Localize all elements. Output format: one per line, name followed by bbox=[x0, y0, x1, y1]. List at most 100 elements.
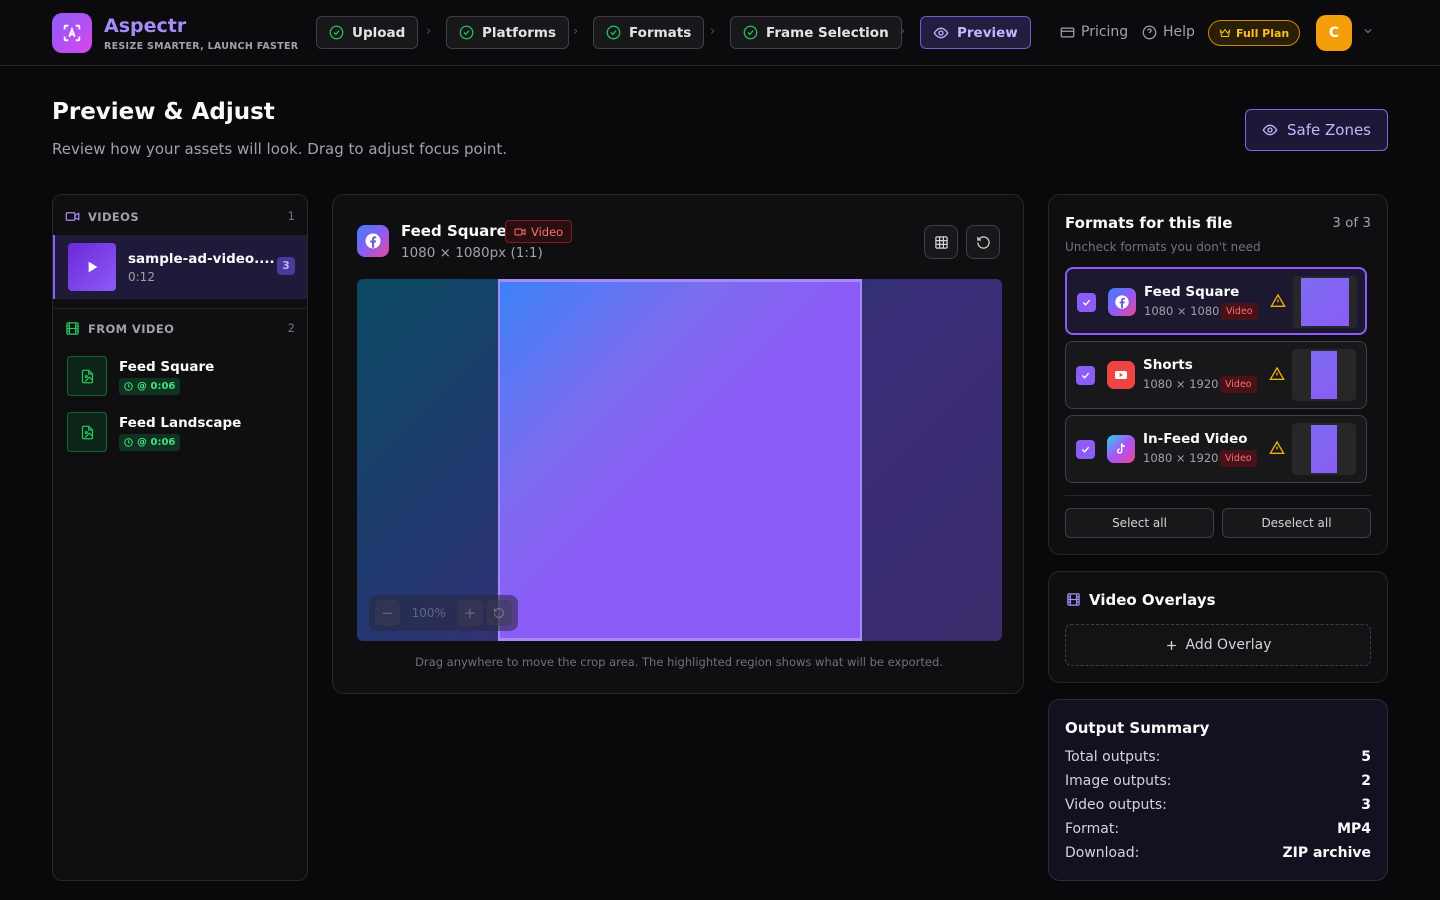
from-video-section-header: FROM VIDEO bbox=[65, 321, 174, 336]
format-card-in-feed-video[interactable]: In-Feed Video 1080 × 1920 Video bbox=[1065, 415, 1367, 483]
summary-value: 5 bbox=[1361, 749, 1371, 765]
film-icon bbox=[1067, 593, 1080, 606]
summary-title: Output Summary bbox=[1065, 719, 1210, 737]
video-name: sample-ad-video.... bbox=[128, 251, 275, 267]
summary-label: Video outputs: bbox=[1065, 797, 1167, 813]
safe-zones-button[interactable]: Safe Zones bbox=[1245, 109, 1388, 151]
tiktok-icon bbox=[1107, 435, 1135, 463]
crop-area[interactable] bbox=[498, 279, 862, 641]
overlays-title: Video Overlays bbox=[1089, 591, 1216, 609]
deselect-all-button[interactable]: Deselect all bbox=[1222, 508, 1371, 538]
video-badge: Video bbox=[1220, 450, 1257, 467]
divider bbox=[1065, 495, 1371, 496]
frame-time-label: @ 0:06 bbox=[137, 381, 176, 392]
check-icon bbox=[1081, 372, 1090, 379]
help-link[interactable]: Help bbox=[1142, 24, 1195, 40]
step-upload[interactable]: Upload bbox=[316, 16, 419, 49]
formats-count: 3 of 3 bbox=[1332, 215, 1371, 231]
frame-list-item[interactable]: Feed Square @ 0:06 bbox=[67, 356, 297, 398]
frame-name: Feed Square bbox=[119, 359, 215, 375]
video-duration: 0:12 bbox=[128, 270, 155, 284]
frame-timestamp: @ 0:06 bbox=[119, 378, 181, 395]
frame-list-item[interactable]: Feed Landscape @ 0:06 bbox=[67, 412, 297, 454]
video-list-item[interactable]: sample-ad-video.... 0:12 3 bbox=[53, 235, 307, 299]
video-overlays-panel: Video Overlays Add Overlay bbox=[1048, 571, 1388, 683]
pricing-link[interactable]: Pricing bbox=[1060, 24, 1128, 40]
film-icon bbox=[66, 322, 79, 335]
check-circle-icon bbox=[606, 25, 621, 40]
summary-value: MP4 bbox=[1337, 821, 1371, 837]
drag-hint: Drag anywhere to move the crop area. The… bbox=[415, 655, 943, 669]
image-file-icon bbox=[81, 369, 93, 383]
videos-label: VIDEOS bbox=[88, 209, 140, 224]
crop-preview-canvas[interactable]: − 100% + bbox=[357, 279, 1002, 641]
step-formats[interactable]: Formats bbox=[593, 16, 705, 49]
warning-icon[interactable] bbox=[1269, 440, 1285, 456]
step-label: Preview bbox=[957, 24, 1018, 41]
format-card-shorts[interactable]: Shorts 1080 × 1920 Video bbox=[1065, 341, 1367, 409]
format-dimensions: 1080 × 1920 bbox=[1143, 451, 1219, 465]
summary-label: Total outputs: bbox=[1065, 749, 1161, 765]
grid-toggle-button[interactable] bbox=[924, 225, 958, 259]
step-label: Platforms bbox=[482, 24, 556, 41]
assets-sidebar: VIDEOS 1 sample-ad-video.... 0:12 3 FROM… bbox=[52, 194, 308, 881]
frame-timestamp: @ 0:06 bbox=[119, 434, 181, 451]
zoom-in-button[interactable]: + bbox=[457, 600, 483, 626]
select-all-button[interactable]: Select all bbox=[1065, 508, 1214, 538]
crown-icon bbox=[1219, 28, 1231, 37]
format-card-feed-square[interactable]: Feed Square 1080 × 1080 Video bbox=[1065, 267, 1367, 335]
logo-icon[interactable] bbox=[52, 13, 92, 53]
preview-format-title: Feed Square bbox=[401, 222, 507, 240]
plan-badge[interactable]: Full Plan bbox=[1208, 20, 1301, 46]
format-name: In-Feed Video bbox=[1143, 431, 1248, 447]
videos-count: 1 bbox=[287, 209, 295, 223]
grid-icon bbox=[934, 235, 948, 249]
brand-name: Aspectr bbox=[104, 15, 187, 37]
warning-icon[interactable] bbox=[1269, 366, 1285, 382]
help-circle-icon bbox=[1142, 25, 1157, 39]
step-preview[interactable]: Preview bbox=[920, 16, 1031, 49]
step-label: Upload bbox=[352, 24, 406, 41]
rotate-ccw-icon bbox=[976, 235, 990, 249]
step-platforms[interactable]: Platforms bbox=[446, 16, 569, 49]
summary-row: Image outputs: 2 bbox=[1065, 773, 1371, 789]
chevron-right-icon: › bbox=[710, 24, 716, 39]
eye-icon bbox=[1262, 124, 1278, 136]
avatar[interactable]: C bbox=[1316, 15, 1352, 51]
add-overlay-button[interactable]: Add Overlay bbox=[1065, 624, 1371, 666]
summary-row: Total outputs: 5 bbox=[1065, 749, 1371, 765]
rotate-ccw-icon bbox=[494, 608, 505, 618]
check-circle-icon bbox=[459, 25, 474, 40]
zoom-out-button[interactable]: − bbox=[375, 600, 401, 626]
video-thumbnail bbox=[68, 243, 116, 291]
video-badge-label: Video bbox=[531, 224, 564, 239]
chevron-right-icon: › bbox=[426, 24, 432, 39]
preview-panel: Feed Square Video 1080 × 1080px (1:1) − … bbox=[332, 194, 1024, 694]
help-label: Help bbox=[1163, 24, 1195, 40]
summary-value: 2 bbox=[1361, 773, 1371, 789]
clock-icon bbox=[124, 382, 133, 391]
clock-icon bbox=[124, 438, 133, 447]
summary-row: Download: ZIP archive bbox=[1065, 845, 1371, 861]
pricing-label: Pricing bbox=[1081, 24, 1129, 40]
zoom-reset-button[interactable] bbox=[486, 600, 512, 626]
formats-panel-title: Formats for this file bbox=[1065, 214, 1233, 232]
format-checkbox[interactable] bbox=[1076, 366, 1095, 385]
from-video-count: 2 bbox=[287, 321, 295, 335]
step-label: Formats bbox=[629, 24, 692, 41]
warning-icon[interactable] bbox=[1270, 293, 1286, 309]
video-camera-icon bbox=[65, 212, 80, 221]
page-subtitle: Review how your assets will look. Drag t… bbox=[52, 140, 507, 158]
summary-value: 3 bbox=[1361, 797, 1371, 813]
eye-icon bbox=[933, 27, 949, 38]
format-checkbox[interactable] bbox=[1077, 293, 1096, 312]
page-title: Preview & Adjust bbox=[52, 99, 275, 125]
divider bbox=[53, 308, 307, 309]
format-checkbox[interactable] bbox=[1076, 440, 1095, 459]
youtube-icon bbox=[1107, 361, 1135, 389]
frame-name: Feed Landscape bbox=[119, 415, 242, 431]
step-frame-selection[interactable]: Frame Selection bbox=[730, 16, 902, 49]
reset-button[interactable] bbox=[966, 225, 1000, 259]
safe-zones-label: Safe Zones bbox=[1287, 121, 1371, 139]
chevron-down-icon[interactable] bbox=[1362, 25, 1374, 37]
